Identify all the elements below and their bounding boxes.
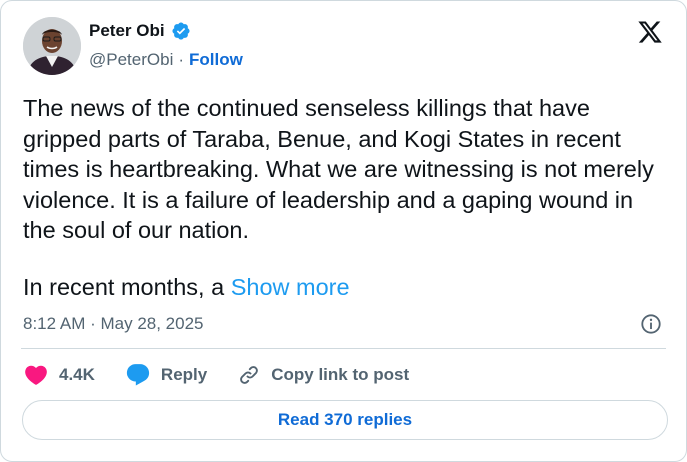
author-handle[interactable]: @PeterObi xyxy=(89,50,173,70)
author-name-row: Peter Obi xyxy=(89,21,191,41)
reply-button[interactable]: Reply xyxy=(125,362,207,388)
follow-button[interactable]: Follow xyxy=(189,50,243,70)
divider xyxy=(21,348,666,349)
verified-badge-icon xyxy=(172,22,190,40)
handle-separator: · xyxy=(178,50,185,69)
copy-link-label: Copy link to post xyxy=(271,365,410,384)
post-text: The news of the continued senseless kill… xyxy=(23,95,654,243)
read-replies-label: Read 370 replies xyxy=(277,410,413,429)
action-bar: 4.4K Reply Copy link to post xyxy=(23,362,409,388)
heart-icon xyxy=(25,365,47,385)
like-count: 4.4K xyxy=(59,365,95,384)
copy-link-button[interactable]: Copy link to post xyxy=(237,363,409,387)
like-button[interactable]: 4.4K xyxy=(23,362,95,388)
post-timestamp[interactable]: 8:12 AM · May 28, 2025 xyxy=(23,314,204,334)
post-card: Peter Obi @PeterObi · Follow The news of… xyxy=(0,0,687,462)
post-text-continued: In recent months, a Show more xyxy=(23,272,350,303)
x-logo-icon[interactable] xyxy=(636,19,664,45)
author-handle-row: @PeterObi · Follow xyxy=(89,50,243,70)
author-avatar[interactable] xyxy=(23,17,81,75)
link-icon xyxy=(240,366,259,384)
read-replies-button[interactable]: Read 370 replies xyxy=(22,400,668,440)
post-text-truncated: In recent months, a xyxy=(23,274,225,300)
show-more-link[interactable]: Show more xyxy=(231,274,350,300)
avatar-image xyxy=(23,17,81,75)
info-icon[interactable] xyxy=(640,313,662,335)
reply-label: Reply xyxy=(160,365,208,384)
reply-bubble-icon xyxy=(126,364,150,386)
author-name[interactable]: Peter Obi xyxy=(89,21,165,41)
